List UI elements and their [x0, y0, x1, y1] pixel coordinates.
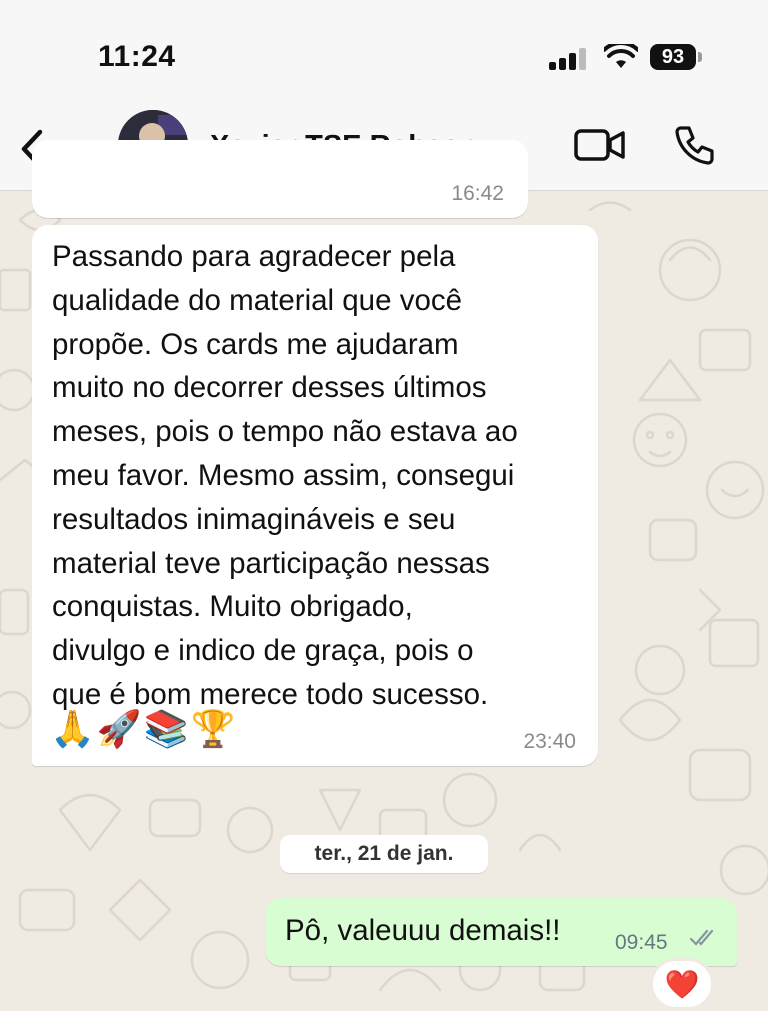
status-bar: 11:24 93 — [0, 0, 768, 110]
heart-reaction[interactable]: ❤️ — [650, 958, 714, 1010]
read-double-check-icon — [689, 929, 714, 946]
outgoing-message-bubble[interactable]: Pô, valeuuu demais!! 09:45 — [265, 898, 737, 966]
battery-icon: 93 — [650, 44, 696, 70]
video-camera-icon[interactable] — [574, 128, 626, 162]
incoming-message-text: Passando para agradecer pela qualidade d… — [52, 240, 518, 711]
previous-message-bubble[interactable]: 16:42 — [32, 140, 528, 218]
previous-message-time: 16:42 — [451, 182, 504, 205]
status-time: 11:24 — [98, 40, 176, 73]
incoming-message-emojis: 🙏🚀📚🏆 — [50, 708, 238, 749]
incoming-message-time: 23:40 — [523, 730, 576, 753]
date-separator: ter., 21 de jan. — [280, 835, 488, 873]
cellular-signal-icon — [549, 48, 586, 70]
outgoing-message-time: 09:45 — [615, 931, 668, 954]
phone-icon[interactable] — [672, 124, 716, 168]
battery-cap — [698, 52, 702, 62]
incoming-message-bubble[interactable]: Passando para agradecer pela qualidade d… — [32, 225, 598, 766]
wifi-icon — [604, 44, 638, 68]
outgoing-message-text: Pô, valeuuu demais!! — [285, 914, 561, 947]
